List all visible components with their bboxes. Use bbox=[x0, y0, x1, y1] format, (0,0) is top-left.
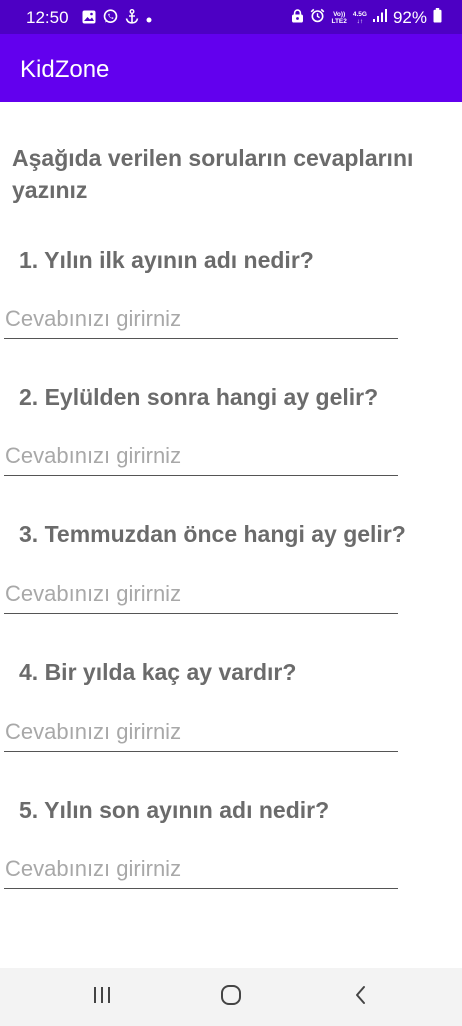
anchor-icon bbox=[125, 9, 139, 29]
answer-2-input[interactable] bbox=[4, 436, 398, 476]
instructions-heading: Aşağıda verilen soruların cevaplarını ya… bbox=[12, 145, 414, 203]
answer-4-input[interactable] bbox=[4, 712, 398, 752]
recent-apps-button[interactable] bbox=[82, 982, 122, 1012]
question-5-label: 5. Yılın son ayının adı nedir? bbox=[19, 797, 330, 823]
question-2-label: 2. Eylülden sonra hangi ay gelir? bbox=[19, 384, 379, 410]
battery-percentage: 92% bbox=[392, 8, 427, 27]
recent-apps-icon bbox=[92, 986, 112, 1009]
status-time: 12:50 bbox=[26, 8, 69, 27]
notification-icons bbox=[82, 9, 152, 29]
answer-5-input[interactable] bbox=[4, 849, 398, 889]
alarm-icon bbox=[310, 8, 325, 28]
data-type-label: 4.5G ↓↑ bbox=[352, 11, 367, 25]
app-title: KidZone bbox=[20, 56, 110, 83]
app-bar: KidZone bbox=[0, 34, 462, 102]
image-icon bbox=[82, 10, 96, 29]
network-type-label: Vo)) LTE2 bbox=[331, 11, 347, 25]
answer-3-input[interactable] bbox=[4, 574, 398, 614]
question-3-label: 3. Temmuzdan önce hangi ay gelir? bbox=[19, 521, 406, 547]
question-1-label: 1. Yılın ilk ayının adı nedir? bbox=[19, 247, 314, 273]
back-button[interactable] bbox=[341, 982, 381, 1012]
navigation-bar bbox=[0, 968, 462, 1026]
home-button[interactable] bbox=[211, 982, 251, 1012]
dot-icon bbox=[146, 10, 152, 28]
whatsapp-icon bbox=[103, 9, 118, 29]
signal-icon bbox=[372, 9, 387, 27]
battery-icon bbox=[433, 8, 442, 28]
question-4-label: 4. Bir yılda kaç ay vardır? bbox=[19, 659, 297, 685]
lock-icon bbox=[291, 8, 304, 28]
home-icon bbox=[220, 984, 242, 1011]
status-bar: 12:50 Vo)) LTE2 4.5G ↓↑ 92% bbox=[0, 0, 462, 34]
answer-1-input[interactable] bbox=[4, 299, 398, 339]
back-icon bbox=[354, 985, 368, 1010]
system-icons: Vo)) LTE2 4.5G ↓↑ 92% bbox=[291, 8, 442, 28]
